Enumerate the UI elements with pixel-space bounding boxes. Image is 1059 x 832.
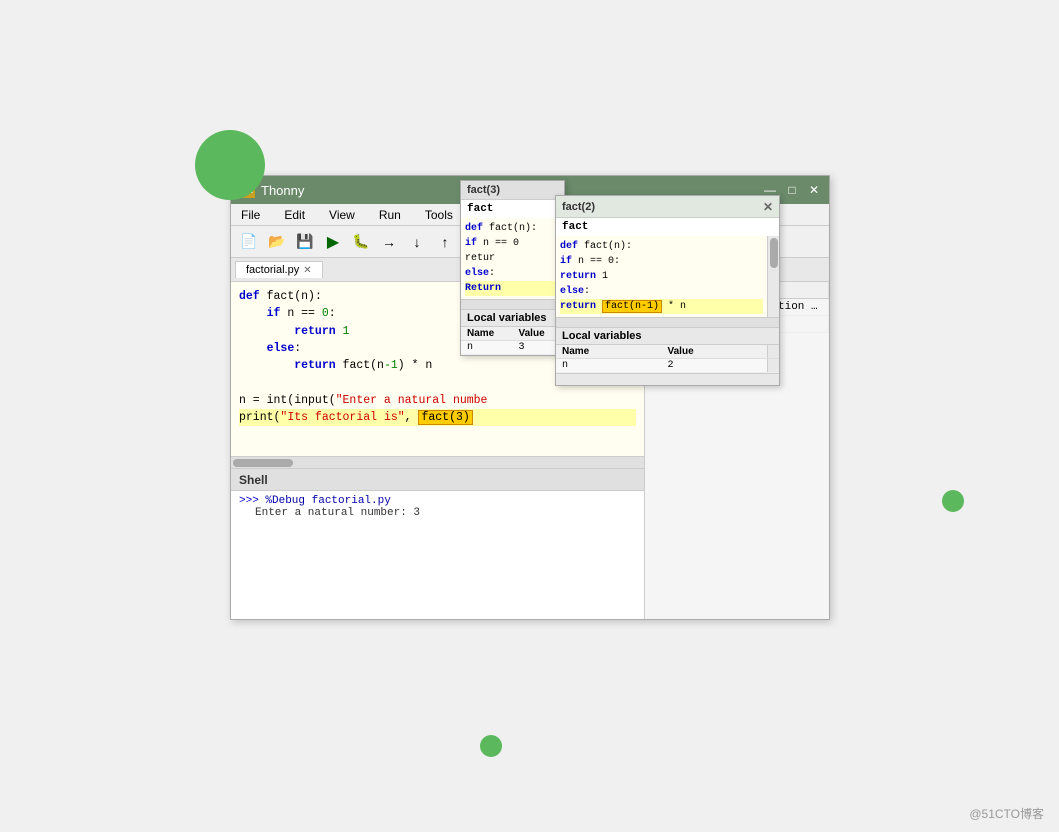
call-2-line4: else: <box>560 284 763 299</box>
call-2-var-header: Name Value <box>556 345 779 359</box>
step-out-button[interactable]: ↑ <box>433 230 457 254</box>
save-button[interactable]: 💾 <box>293 230 317 254</box>
menu-tools[interactable]: Tools <box>419 206 459 224</box>
call-title-bar-2: fact(2) ✕ <box>556 196 779 218</box>
close-button[interactable]: ✕ <box>807 183 821 197</box>
call-code-3: def fact(n): if n == 0 retur else: Retur… <box>461 218 564 299</box>
call-code-3-line3: retur <box>465 251 560 266</box>
call-locals-2-header: Local variables <box>556 328 779 345</box>
call-2-local-scrollbar[interactable] <box>767 345 779 358</box>
call-3-scrollbar[interactable] <box>461 299 564 309</box>
call-2-value-col: Value <box>662 345 768 358</box>
call-code-3-line5: Return <box>465 281 560 296</box>
step-into-button[interactable]: ↓ <box>405 230 429 254</box>
menu-view[interactable]: View <box>323 206 361 224</box>
call-window-2: fact(2) ✕ fact def fact(n): if n == 0: r… <box>555 195 780 386</box>
call-2-var-value-n: 2 <box>662 359 768 372</box>
call-2-scrollbar-h[interactable] <box>556 317 779 327</box>
call-2-line3: return 1 <box>560 269 763 284</box>
call-code-3-line4: else: <box>465 266 560 281</box>
call-2-line5: return fact(n-1) * n <box>560 299 763 314</box>
shell-title: Shell <box>239 473 268 487</box>
code-line-7: n = int(input("Enter a natural numbe <box>239 392 636 409</box>
shell-pane: Shell >>> %Debug factorial.py Enter a na… <box>231 468 644 619</box>
call-2-local-scrollbar-2[interactable] <box>767 359 779 372</box>
menu-run[interactable]: Run <box>373 206 407 224</box>
call-2-scroll-thumb[interactable] <box>770 238 778 268</box>
decorative-circle-right <box>942 490 964 512</box>
shell-line-1: >>> %Debug factorial.py <box>239 495 636 507</box>
call-2-line2: if n == 0: <box>560 254 763 269</box>
scroll-thumb[interactable] <box>233 459 293 467</box>
step-over-button[interactable]: → <box>377 230 401 254</box>
call-locals-3: Local variables Name Value n 3 <box>461 309 564 355</box>
maximize-button[interactable]: □ <box>785 183 799 197</box>
call-2-code-area: def fact(n): if n == 0: return 1 else: r… <box>556 236 779 317</box>
call-window-3: fact(3) fact def fact(n): if n == 0 retu… <box>460 180 565 356</box>
call-code-3-line2: if n == 0 <box>465 236 560 251</box>
new-file-button[interactable]: 📄 <box>237 230 261 254</box>
shell-line-2: Enter a natural number: 3 <box>239 507 636 519</box>
call-2-code-lines: def fact(n): if n == 0: return 1 else: r… <box>556 236 767 317</box>
call-locals-2: Local variables Name Value n 2 <box>556 327 779 385</box>
call-2-local-hscrollbar[interactable] <box>556 373 779 385</box>
code-line-8: print("Its factorial is", fact(3) <box>239 409 636 426</box>
tab-close-icon[interactable]: ✕ <box>303 265 311 276</box>
call-fn-name-3: fact <box>461 200 564 218</box>
editor-tab-factorial[interactable]: factorial.py ✕ <box>235 261 323 278</box>
call-title-2-text: fact(2) <box>562 201 595 213</box>
open-file-button[interactable]: 📂 <box>265 230 289 254</box>
call-3-var-header: Name Value <box>461 327 564 341</box>
call-2-name-col: Name <box>556 345 662 358</box>
call-title-3-text: fact(3) <box>467 184 500 196</box>
call-2-scrollbar-right[interactable] <box>767 236 779 317</box>
shell-header: Shell <box>231 469 644 491</box>
menu-edit[interactable]: Edit <box>278 206 311 224</box>
horizontal-scrollbar[interactable] <box>231 456 644 468</box>
call-locals-3-header: Local variables <box>461 310 564 327</box>
call-3-var-row-n: n 3 <box>461 341 564 355</box>
debug-button[interactable]: 🐛 <box>349 230 373 254</box>
tab-filename: factorial.py <box>246 264 299 276</box>
call-2-var-name-n: n <box>556 359 662 372</box>
call-2-close-icon[interactable]: ✕ <box>763 200 773 214</box>
call-code-3-line1: def fact(n): <box>465 221 560 236</box>
call-3-name-col: Name <box>461 327 513 340</box>
decorative-circle-bottom <box>480 735 502 757</box>
call-2-var-row-n: n 2 <box>556 359 779 373</box>
window-title: Thonny <box>261 183 304 198</box>
call-3-var-name-n: n <box>461 341 513 354</box>
menu-file[interactable]: File <box>235 206 266 224</box>
decorative-circle-top <box>195 130 265 200</box>
run-button[interactable]: ▶ <box>321 230 345 254</box>
watermark: @51CTO博客 <box>969 805 1044 822</box>
call-2-line1: def fact(n): <box>560 239 763 254</box>
call-fn-name-2: fact <box>556 218 779 236</box>
shell-content[interactable]: >>> %Debug factorial.py Enter a natural … <box>231 491 644 523</box>
call-title-3: fact(3) <box>461 181 564 200</box>
